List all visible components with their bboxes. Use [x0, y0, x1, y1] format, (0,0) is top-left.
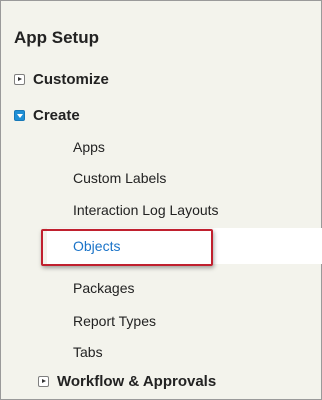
- expand-arrow-icon[interactable]: [14, 73, 25, 85]
- create-item-custom-labels[interactable]: Custom Labels: [73, 170, 166, 186]
- tree-item-customize[interactable]: Customize: [14, 69, 109, 89]
- create-item-objects[interactable]: Objects: [73, 238, 120, 254]
- tree-item-workflow-approvals[interactable]: Workflow & Approvals: [38, 371, 216, 391]
- app-setup-title: App Setup: [14, 28, 99, 47]
- tree-item-label: Create: [33, 106, 80, 124]
- create-item-interaction-log-layouts[interactable]: Interaction Log Layouts: [73, 202, 219, 218]
- create-item-packages[interactable]: Packages: [73, 280, 134, 296]
- collapse-arrow-icon[interactable]: [14, 109, 25, 121]
- expand-arrow-icon[interactable]: [38, 375, 49, 387]
- tree-item-label: Workflow & Approvals: [57, 372, 217, 390]
- tree-item-label: Customize: [33, 70, 109, 88]
- create-item-report-types[interactable]: Report Types: [73, 313, 156, 329]
- create-item-apps[interactable]: Apps: [73, 139, 105, 155]
- app-setup-panel: App Setup Customize Create Apps Custom L…: [0, 0, 322, 400]
- create-item-tabs[interactable]: Tabs: [73, 344, 103, 360]
- tree-item-create[interactable]: Create: [14, 105, 80, 125]
